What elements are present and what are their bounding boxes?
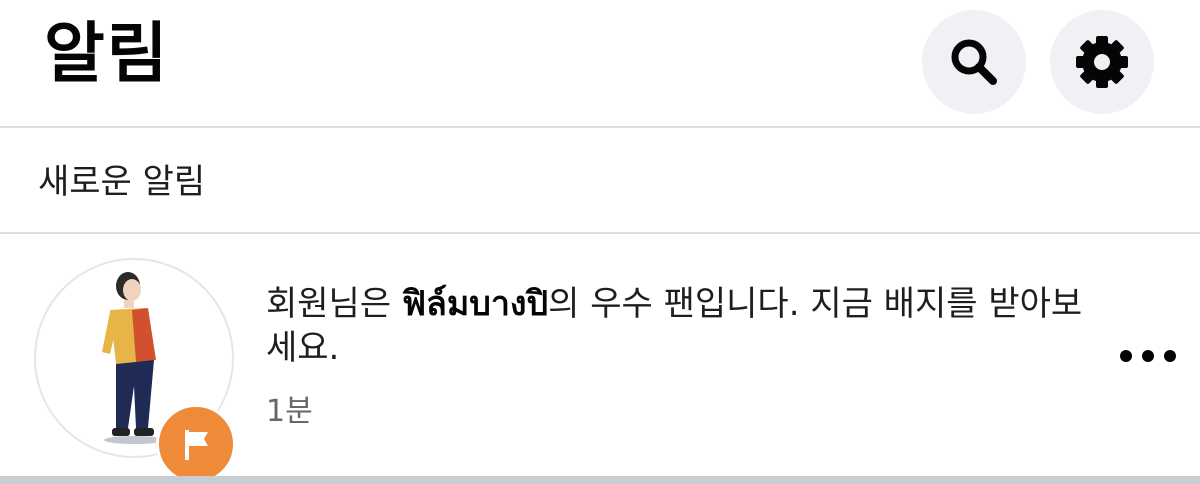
- section-title: 새로운 알림: [38, 162, 206, 202]
- notification-text: 회원님은 ฟิล์มบางปิ의 우수 팬입니다. 지금 배지를 받아보세요.: [266, 282, 1086, 370]
- header: 알림: [0, 0, 1200, 128]
- avatar-wrap: [34, 258, 236, 484]
- notifications-screen: 알림 새로운 알림 회원님은 ฟิล์มบางปิ의 우수 팬입니다. 지금 배…: [0, 0, 1200, 484]
- bottom-divider: [0, 476, 1200, 484]
- more-dot: [1142, 350, 1154, 362]
- fan-badge: [156, 404, 236, 484]
- more-options-button[interactable]: [1120, 338, 1176, 374]
- notification-item[interactable]: 회원님은 ฟิล์มบางปิ의 우수 팬입니다. 지금 배지를 받아보세요. …: [0, 234, 1200, 484]
- more-dots-icon: [1120, 350, 1132, 362]
- settings-button[interactable]: [1050, 10, 1154, 114]
- notification-text-prefix: 회원님은: [266, 284, 402, 324]
- search-button[interactable]: [922, 10, 1026, 114]
- page-name[interactable]: ฟิล์มบางปิ: [402, 284, 548, 324]
- notification-time: 1분: [266, 394, 313, 429]
- search-icon: [951, 39, 997, 85]
- more-dot: [1164, 350, 1176, 362]
- gear-icon: [1076, 36, 1128, 88]
- flag-icon: [185, 430, 208, 460]
- page-title: 알림: [44, 15, 170, 92]
- new-notifications-section: 새로운 알림: [0, 128, 1200, 234]
